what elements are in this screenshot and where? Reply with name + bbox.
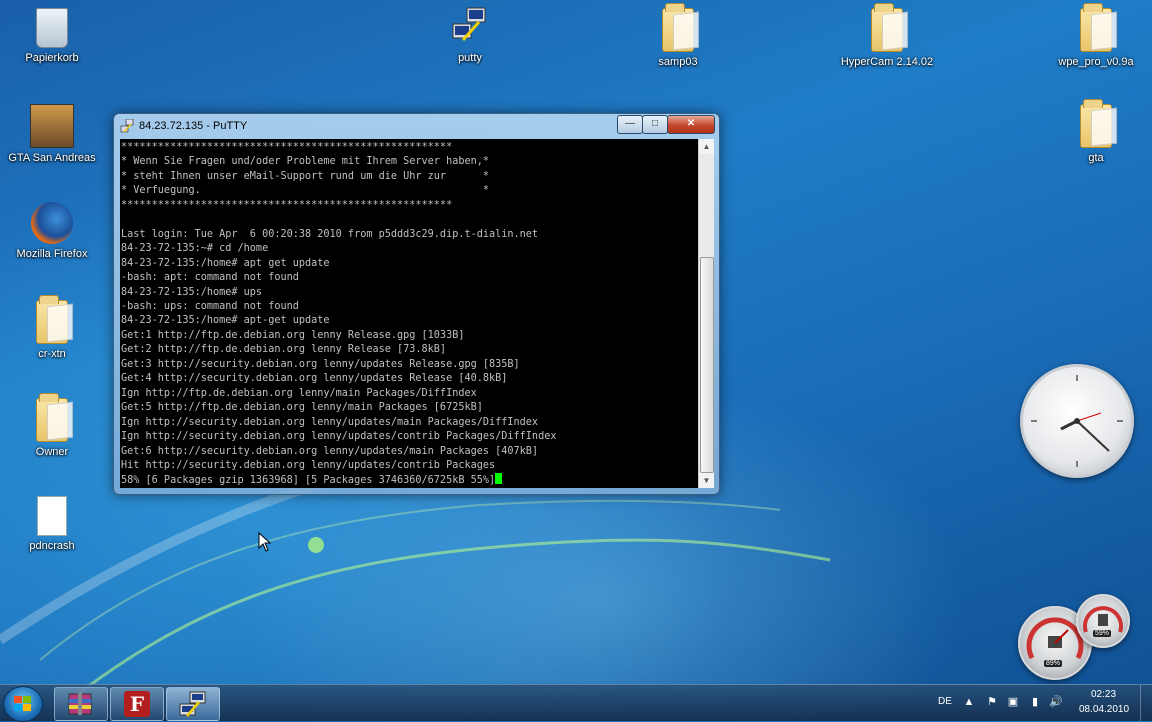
file-icon (37, 496, 67, 536)
desktop-icon-owner[interactable]: Owner (4, 393, 100, 458)
terminal-line: -bash: apt: command not found (121, 272, 299, 284)
terminal-line: ****************************************… (121, 142, 453, 153)
terminal-line: 84-23-72-135:/home# apt get update (121, 257, 330, 269)
desktop-icon-firefox[interactable]: Mozilla Firefox (4, 202, 100, 260)
cpu-meter-value: 89% (1044, 660, 1063, 667)
clock-gadget[interactable] (1020, 364, 1134, 478)
terminal-output[interactable]: ****************************************… (120, 139, 698, 488)
scroll-up-arrow-icon[interactable]: ▲ (699, 139, 714, 154)
terminal-line: ****************************************… (121, 199, 453, 211)
minimize-button[interactable]: — (617, 115, 643, 134)
desktop-icon-label: HyperCam 2.14.02 (840, 56, 934, 68)
close-button[interactable]: ✕ (667, 115, 715, 134)
taskbar: F DE ▲ ⚑ ▣ ▮ 🔊 02:23 08.04.2010 (0, 684, 1152, 722)
desktop-icon-label: samp03 (658, 56, 698, 68)
desktop-icon-label: cr-xtn (38, 348, 66, 360)
desktop-icon-cr-xtn[interactable]: cr-xtn (4, 295, 100, 360)
folder-icon (36, 393, 68, 442)
folder-icon (1080, 3, 1112, 52)
maximize-button[interactable]: □ (642, 115, 668, 134)
memory-meter-value: 59% (1093, 630, 1112, 637)
memory-meter-gadget[interactable]: 59% (1076, 594, 1130, 648)
desktop-icon-wpe-pro[interactable]: wpe_pro_v0.9a (1048, 3, 1144, 68)
folder-icon (662, 3, 694, 52)
terminal-line: Last login: Tue Apr 6 00:20:38 2010 from… (121, 228, 539, 240)
terminal-line: Ign http://security.debian.org lenny/upd… (121, 431, 557, 443)
terminal-line: 58% [6 Packages gzip 1363968] [5 Package… (121, 475, 496, 487)
taskbar-putty-button[interactable] (166, 687, 220, 721)
action-center-flag-icon[interactable]: ⚑ (985, 696, 999, 709)
terminal-line: Get:5 http://ftp.de.debian.org lenny/mai… (121, 402, 483, 414)
meter-gauge-icon (1083, 606, 1123, 633)
terminal-text: ****************************************… (120, 139, 698, 488)
terminal-line: * steht Ihnen unser eMail-Support rund u… (121, 170, 490, 182)
putty-icon (179, 691, 206, 717)
clock-face (1031, 375, 1123, 467)
window-title: 84.23.72.135 - PuTTY (139, 120, 248, 132)
windows-logo-icon (14, 696, 31, 711)
terminal-line: Get:6 http://security.debian.org lenny/u… (121, 445, 539, 457)
desktop-icon-label: gta (1088, 152, 1104, 164)
folder-icon (36, 295, 68, 344)
terminal-line: 84-23-72-135:~# cd /home (121, 243, 269, 255)
filezilla-icon: F (124, 691, 150, 717)
maximize-icon: □ (651, 118, 659, 129)
desktop-icon-label: pdncrash (29, 540, 75, 552)
show-desktop-button[interactable] (1140, 685, 1152, 721)
desktop-icon-label: putty (458, 52, 482, 64)
archive-icon (68, 693, 92, 715)
taskbar-filezilla-button[interactable]: F (110, 687, 164, 721)
close-icon: ✕ (686, 118, 696, 129)
show-hidden-icons-icon[interactable]: ▲ (962, 696, 976, 709)
terminal-line: * Verfuegung. * (121, 185, 490, 197)
desktop-icon-label: GTA San Andreas (8, 152, 96, 164)
volume-icon[interactable]: 🔊 (1049, 696, 1063, 709)
desktop-icon-label: wpe_pro_v0.9a (1058, 56, 1134, 68)
desktop-icon-gta[interactable]: gta (1048, 99, 1144, 164)
desktop-icon-label: Owner (35, 446, 69, 458)
putty-icon (120, 119, 134, 133)
folder-icon (871, 3, 903, 52)
window-titlebar[interactable]: 84.23.72.135 - PuTTY — □ ✕ (114, 114, 719, 138)
start-button[interactable] (3, 686, 43, 722)
terminal-line: Get:3 http://security.debian.org lenny/u… (121, 358, 520, 370)
desktop-icon-hypercam[interactable]: HyperCam 2.14.02 (839, 3, 935, 68)
terminal-line: Hit http://security.debian.org lenny/upd… (121, 459, 496, 471)
desktop-icon-gta-san-andreas[interactable]: GTA San Andreas (4, 104, 100, 164)
taskbar-winrar-button[interactable] (54, 687, 108, 721)
folder-icon (1080, 99, 1112, 148)
desktop-icon-label: Papierkorb (25, 52, 79, 64)
clock-time[interactable]: 02:23 (1091, 689, 1116, 700)
recycle-bin-icon (36, 8, 68, 48)
language-indicator[interactable]: DE (938, 696, 952, 707)
desktop-icon-pdncrash[interactable]: pdncrash (4, 496, 100, 552)
firefox-icon (31, 202, 73, 244)
terminal-line: 84-23-72-135:/home# ups (121, 286, 263, 298)
putty-icon (449, 6, 491, 48)
mouse-pointer-icon (258, 532, 272, 552)
putty-window[interactable]: 84.23.72.135 - PuTTY — □ ✕ *************… (113, 113, 720, 495)
terminal-line: 84-23-72-135:/home# apt-get update (121, 315, 330, 327)
gta-icon (30, 104, 74, 148)
desktop-icon-recycle-bin[interactable]: Papierkorb (4, 8, 100, 64)
scrollbar-thumb[interactable] (700, 257, 714, 473)
terminal-line: -bash: ups: command not found (121, 300, 299, 312)
terminal-line: Ign http://ftp.de.debian.org lenny/main … (121, 387, 477, 399)
terminal-cursor (495, 473, 503, 485)
desktop-icon-label: Mozilla Firefox (16, 248, 88, 260)
terminal-line: Get:1 http://ftp.de.debian.org lenny Rel… (121, 329, 465, 341)
device-icon[interactable]: ▣ (1006, 696, 1020, 709)
vertical-scrollbar[interactable]: ▲ ▼ (698, 139, 714, 488)
terminal-line: Get:4 http://security.debian.org lenny/u… (121, 373, 508, 385)
network-icon[interactable]: ▮ (1028, 696, 1042, 709)
minimize-icon: — (625, 118, 635, 129)
desktop-icon-putty[interactable]: putty (422, 6, 518, 64)
clock-date[interactable]: 08.04.2010 (1079, 704, 1129, 715)
terminal-line: Get:2 http://ftp.de.debian.org lenny Rel… (121, 344, 447, 356)
terminal-line: Ign http://security.debian.org lenny/upd… (121, 416, 539, 428)
desktop-icon-samp03[interactable]: samp03 (630, 3, 726, 68)
scroll-down-arrow-icon[interactable]: ▼ (699, 473, 714, 488)
terminal-line: * Wenn Sie Fragen und/oder Probleme mit … (121, 156, 490, 168)
